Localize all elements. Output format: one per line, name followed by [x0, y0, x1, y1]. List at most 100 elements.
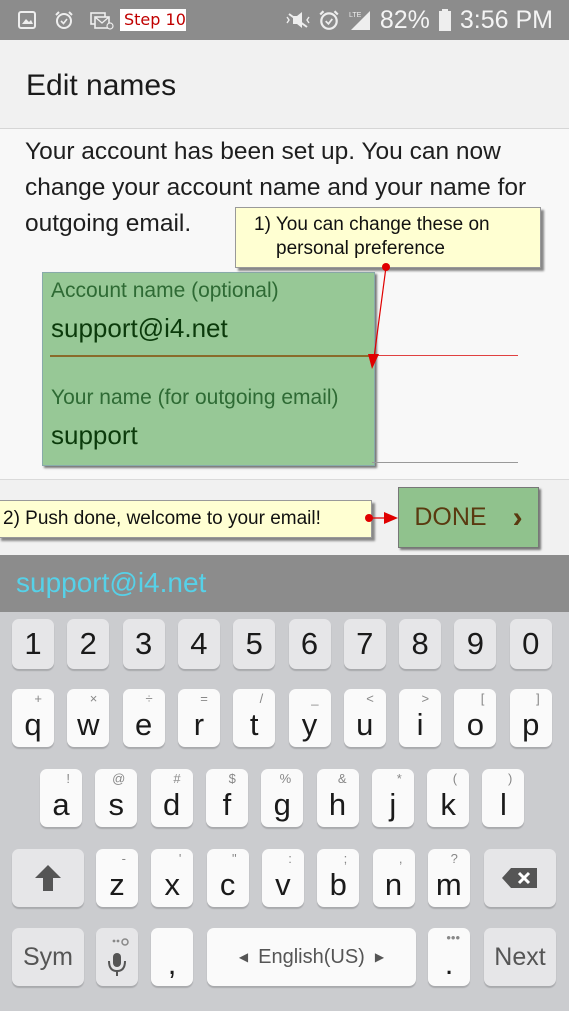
- key-hint: $: [228, 771, 236, 786]
- key-c[interactable]: " c: [206, 849, 249, 907]
- key-label: x: [164, 867, 181, 902]
- key-4[interactable]: 4: [177, 619, 220, 669]
- your-name-input[interactable]: support: [51, 420, 371, 460]
- page-title: Edit names: [26, 69, 177, 102]
- key-e[interactable]: ÷ e: [122, 689, 165, 747]
- language-left-arrow-icon: ◀: [238, 950, 249, 964]
- key-label: w: [77, 707, 100, 742]
- key-t[interactable]: / t: [233, 689, 276, 747]
- key-j[interactable]: * j: [371, 769, 414, 827]
- key-h[interactable]: & h: [316, 769, 359, 827]
- key-hint: ÷: [145, 691, 153, 706]
- alarm-icon: [55, 11, 73, 29]
- comma-key[interactable]: ,: [151, 928, 193, 986]
- sym-label: Sym: [23, 942, 73, 971]
- callout-2: 2) Push done, welcome to your email!: [0, 500, 372, 538]
- key-hint: ): [508, 771, 513, 786]
- next-key[interactable]: Next: [484, 928, 556, 986]
- key-8[interactable]: 8: [399, 619, 442, 669]
- key-b[interactable]: ; b: [317, 849, 360, 907]
- svg-text:LTE: LTE: [349, 12, 362, 19]
- key-z[interactable]: -z: [96, 849, 138, 907]
- sym-key[interactable]: Sym: [12, 928, 84, 986]
- key-hint: +: [34, 691, 42, 706]
- suggestion-item[interactable]: support@i4.net: [16, 567, 206, 599]
- email-notification-icon: [90, 12, 114, 30]
- key-u[interactable]: < u: [343, 689, 386, 747]
- key-m[interactable]: ? m: [427, 849, 470, 907]
- key-hint: <: [366, 691, 374, 706]
- alarm-icon: [319, 10, 339, 30]
- key-y[interactable]: _ y: [288, 689, 331, 747]
- key-label: 9: [466, 626, 485, 661]
- key-w[interactable]: × w: [67, 689, 110, 747]
- mic-key[interactable]: [96, 928, 138, 986]
- callout-2-arrow: [365, 512, 398, 524]
- key-label: m: [435, 867, 462, 902]
- key-o[interactable]: [o: [454, 689, 497, 747]
- key-6[interactable]: 6: [288, 619, 331, 669]
- key-hint: ': [178, 851, 182, 866]
- key-q[interactable]: + q: [12, 689, 54, 747]
- account-name-input[interactable]: support@i4.net: [51, 313, 371, 353]
- key-0[interactable]: 0: [509, 619, 552, 669]
- gallery-icon: [18, 11, 36, 29]
- key-9[interactable]: 9: [454, 619, 497, 669]
- key-hint: >: [421, 691, 430, 706]
- space-key[interactable]: ◀ English(US) ▶: [207, 928, 416, 986]
- key-v[interactable]: :v: [261, 849, 304, 907]
- key-l[interactable]: ) l: [482, 769, 525, 827]
- key-7[interactable]: 7: [343, 619, 386, 669]
- callout-1-line1: 1) You can change these on: [254, 214, 490, 235]
- key-p[interactable]: ] p: [509, 689, 552, 747]
- lte-signal-icon: LTE: [349, 11, 370, 30]
- key-label: g: [273, 787, 291, 822]
- key-a[interactable]: ! a: [40, 769, 82, 827]
- key-hint: !: [66, 771, 70, 786]
- key-hint: -: [121, 851, 126, 866]
- chevron-right-icon: ›: [512, 500, 523, 534]
- key-label: q: [24, 707, 42, 742]
- key-label: f: [222, 787, 232, 822]
- key-label: j: [389, 787, 397, 822]
- key-f[interactable]: $ f: [205, 769, 248, 827]
- key-g[interactable]: % g: [261, 769, 304, 827]
- backspace-key[interactable]: [484, 849, 556, 907]
- key-label: e: [134, 707, 153, 742]
- key-hint: *: [396, 771, 402, 786]
- key-label: 1: [24, 626, 42, 661]
- key-3[interactable]: 3: [122, 619, 165, 669]
- key-s[interactable]: @ s: [95, 769, 138, 827]
- key-n[interactable]: ,n: [372, 849, 415, 907]
- key-label: 7: [356, 626, 374, 661]
- key-label: 8: [411, 626, 429, 661]
- battery-icon: [438, 9, 451, 31]
- key-hint: :: [288, 851, 292, 866]
- key-label: o: [466, 707, 485, 742]
- key-2[interactable]: 2: [67, 619, 110, 669]
- key-label: ,: [167, 946, 177, 981]
- key-hint: •••: [446, 930, 460, 945]
- key-r[interactable]: = r: [177, 689, 220, 747]
- key-hint: ?: [450, 851, 458, 866]
- shift-arrow-icon: [35, 865, 61, 891]
- key-x[interactable]: ' x: [151, 849, 194, 907]
- key-1[interactable]: 1: [12, 619, 54, 669]
- key-k[interactable]: (k: [427, 769, 470, 827]
- key-5[interactable]: 5: [233, 619, 276, 669]
- done-label: DONE: [414, 503, 487, 531]
- key-label: h: [328, 787, 347, 822]
- done-button[interactable]: DONE ›: [398, 487, 539, 548]
- callout-2-text: 2) Push done, welcome to your email!: [3, 508, 321, 529]
- key-d[interactable]: # d: [150, 769, 193, 827]
- step-label: Step 10: [120, 9, 186, 31]
- your-name-label: Your name (for outgoing email): [51, 386, 339, 409]
- key-label: b: [329, 867, 347, 902]
- key-hint: ,: [398, 851, 403, 866]
- callout-1: 1) You can change these on personal pref…: [235, 207, 541, 268]
- period-key[interactable]: •••.: [428, 928, 470, 986]
- key-i[interactable]: > i: [399, 689, 442, 747]
- backspace-icon: [502, 868, 537, 888]
- shift-key[interactable]: [12, 849, 84, 907]
- key-hint: #: [173, 771, 181, 786]
